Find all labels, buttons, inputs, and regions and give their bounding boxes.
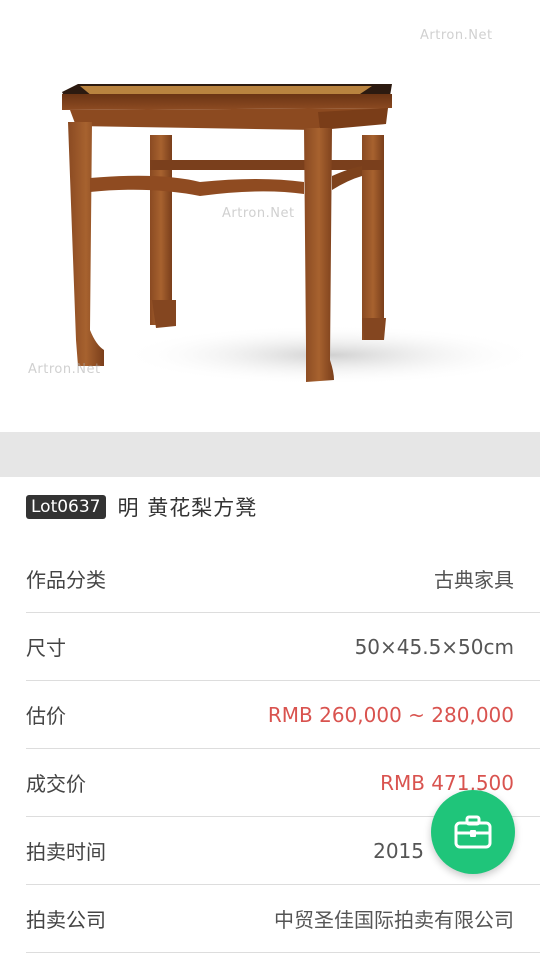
lot-title: 明 黄花梨方凳 — [117, 496, 258, 520]
detail-label: 作品分类 — [26, 568, 106, 592]
lot-title-bar: Lot0637 明 黄花梨方凳 — [26, 492, 257, 522]
watermark: Artron.Net — [28, 362, 101, 377]
detail-label: 成交价 — [26, 772, 86, 796]
detail-value: 中贸圣佳国际拍卖有限公司 — [274, 908, 514, 932]
product-image[interactable]: Artron.Net Artron.Net Artron.Net — [0, 0, 540, 432]
watermark: Artron.Net — [420, 28, 493, 43]
detail-label: 尺寸 — [26, 636, 66, 660]
lot-details-list: 作品分类 古典家具 尺寸 50×45.5×50cm 估价 RMB 260,000… — [26, 545, 540, 953]
briefcase-icon — [454, 815, 492, 849]
detail-label: 估价 — [26, 704, 66, 728]
divider-band — [0, 432, 540, 477]
detail-row-category: 作品分类 古典家具 — [26, 545, 540, 613]
watermark: Artron.Net — [222, 206, 295, 221]
detail-row-estimate: 估价 RMB 260,000 ~ 280,000 — [26, 681, 540, 749]
detail-value: RMB 471,500 — [380, 770, 514, 795]
detail-value: 古典家具 — [434, 568, 514, 592]
detail-label: 拍卖公司 — [26, 908, 106, 932]
detail-value: RMB 260,000 ~ 280,000 — [267, 702, 514, 727]
detail-label: 拍卖时间 — [26, 840, 106, 864]
detail-value: 50×45.5×50cm — [354, 634, 514, 659]
detail-value: 2015 — [373, 838, 424, 863]
lot-number-badge: Lot0637 — [26, 495, 106, 519]
detail-row-auction-house: 拍卖公司 中贸圣佳国际拍卖有限公司 — [26, 885, 540, 953]
detail-row-size: 尺寸 50×45.5×50cm — [26, 613, 540, 681]
briefcase-fab-button[interactable] — [431, 790, 515, 874]
